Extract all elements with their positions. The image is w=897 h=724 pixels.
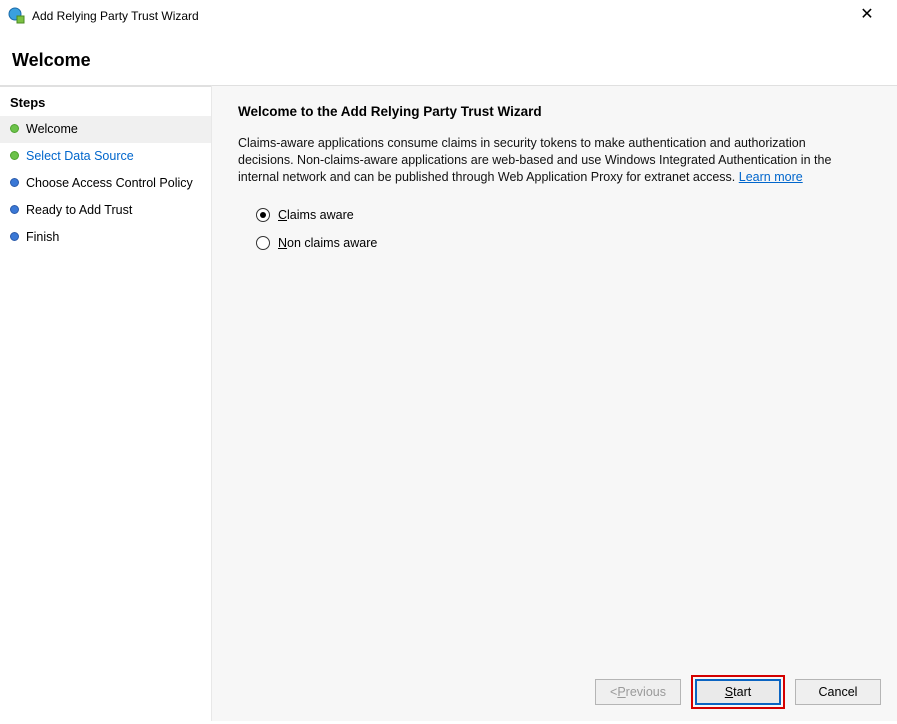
window-title: Add Relying Party Trust Wizard (32, 9, 199, 23)
step-select-data-source[interactable]: Select Data Source (0, 143, 211, 170)
step-label: Choose Access Control Policy (26, 175, 193, 192)
page-header: Welcome (0, 32, 897, 85)
learn-more-link[interactable]: Learn more (739, 170, 803, 184)
step-finish[interactable]: Finish (0, 224, 211, 251)
step-choose-access-control-policy[interactable]: Choose Access Control Policy (0, 170, 211, 197)
content-description: Claims-aware applications consume claims… (238, 135, 838, 186)
content-heading: Welcome to the Add Relying Party Trust W… (238, 104, 871, 119)
radio-indicator (256, 236, 270, 250)
wizard-footer: < Previous Start Cancel (595, 675, 881, 709)
step-bullet-icon (10, 178, 19, 187)
steps-heading: Steps (0, 86, 211, 116)
step-bullet-icon (10, 232, 19, 241)
radio-claims-aware[interactable]: Claims aware (256, 208, 871, 222)
step-bullet-icon (10, 124, 19, 133)
step-label: Finish (26, 229, 59, 246)
radio-non-claims-aware[interactable]: Non claims aware (256, 236, 871, 250)
radio-label: Claims aware (278, 208, 354, 222)
step-bullet-icon (10, 151, 19, 160)
previous-button: < Previous (595, 679, 681, 705)
step-bullet-icon (10, 205, 19, 214)
steps-sidebar: Steps Welcome Select Data Source Choose Ac… (0, 85, 212, 721)
step-label: Welcome (26, 121, 78, 138)
app-icon (8, 7, 26, 25)
content-pane: Welcome to the Add Relying Party Trust W… (212, 85, 897, 721)
radio-indicator (256, 208, 270, 222)
step-label: Select Data Source (26, 148, 134, 165)
radio-label: Non claims aware (278, 236, 377, 250)
cancel-button[interactable]: Cancel (795, 679, 881, 705)
step-label: Ready to Add Trust (26, 202, 132, 219)
step-ready-to-add-trust[interactable]: Ready to Add Trust (0, 197, 211, 224)
page-title: Welcome (12, 50, 885, 71)
title-bar: Add Relying Party Trust Wizard ✕ (0, 0, 897, 32)
step-welcome[interactable]: Welcome (0, 116, 211, 143)
awareness-radio-group: Claims aware Non claims aware (256, 208, 871, 250)
start-button-highlight: Start (691, 675, 785, 709)
close-button[interactable]: ✕ (847, 4, 887, 24)
start-button[interactable]: Start (695, 679, 781, 705)
